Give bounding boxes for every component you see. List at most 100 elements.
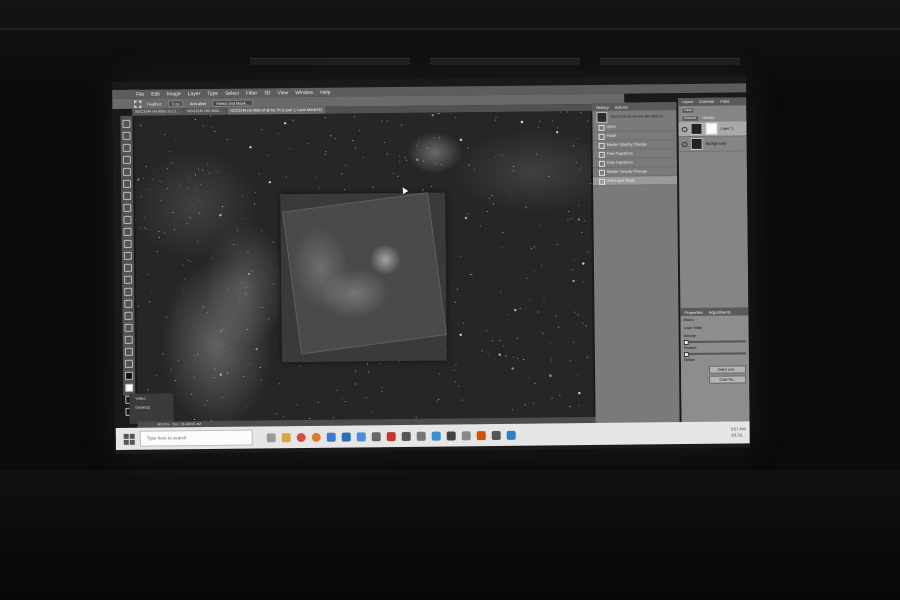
menu-select[interactable]: Select: [225, 90, 239, 96]
menu-window[interactable]: Window: [295, 89, 313, 95]
app-icon[interactable]: [401, 431, 411, 441]
visibility-eye-icon[interactable]: [681, 126, 688, 132]
star: [174, 379, 176, 381]
app-icon[interactable]: [371, 431, 381, 441]
slider-handle[interactable]: [683, 339, 689, 346]
marquee-tool-icon[interactable]: [122, 131, 131, 140]
menu-3d[interactable]: 3D: [264, 90, 270, 96]
select-and-mask-button[interactable]: Select and Mask...: [212, 99, 254, 107]
pen-tool-icon[interactable]: [124, 287, 133, 296]
tab-history[interactable]: History: [596, 104, 609, 109]
layer-mask-thumbnail[interactable]: [705, 122, 718, 135]
task-view-icon[interactable]: [266, 432, 276, 442]
star: [520, 120, 524, 124]
background-color-swatch[interactable]: [125, 383, 134, 392]
star: [345, 164, 347, 166]
app-icon[interactable]: [506, 430, 516, 440]
hand-tool-icon[interactable]: [124, 335, 133, 344]
taskbar-search-input[interactable]: Type here to search: [139, 429, 253, 447]
menu-help[interactable]: Help: [320, 89, 330, 95]
crop-tool-icon[interactable]: [122, 167, 131, 176]
visibility-eye-icon[interactable]: [681, 141, 688, 147]
more-tools-icon[interactable]: [124, 359, 133, 368]
star: [206, 400, 208, 402]
firefox-icon[interactable]: [311, 432, 321, 442]
menu-edit[interactable]: Edit: [151, 91, 160, 97]
gradient-tool-icon[interactable]: [123, 251, 132, 260]
edge-icon[interactable]: [326, 432, 336, 442]
history-brush-tool-icon[interactable]: [123, 227, 132, 236]
shape-tool-icon[interactable]: [124, 323, 133, 332]
snapshot-name: NGC3246-Bicolor-Ha-OIII-900s.tif: [610, 114, 663, 119]
layer-filter-dropdown[interactable]: Kind: [681, 106, 695, 114]
tab-paths[interactable]: Paths: [720, 100, 729, 104]
clone-stamp-tool-icon[interactable]: [123, 215, 132, 224]
zoom-level[interactable]: 66.67%: [158, 422, 170, 426]
color-range-button[interactable]: Color Ra...: [709, 375, 747, 384]
star: [516, 337, 518, 339]
menu-file[interactable]: File: [136, 91, 144, 97]
nebula-layer-image[interactable]: [282, 192, 447, 355]
eyedropper-tool-icon[interactable]: [123, 179, 132, 188]
star: [489, 198, 491, 200]
star: [399, 161, 401, 163]
tab-adjustments[interactable]: Adjustments: [709, 309, 731, 314]
history-item-add-mask[interactable]: Add Layer Mask: [593, 176, 678, 186]
star: [368, 371, 370, 373]
app-icon[interactable]: [476, 430, 486, 440]
transformed-layer-bounds[interactable]: [280, 192, 447, 363]
eraser-tool-icon[interactable]: [123, 239, 132, 248]
blend-mode-dropdown[interactable]: Normal: [681, 114, 700, 122]
app-icon[interactable]: [431, 431, 441, 441]
mail-icon[interactable]: [356, 431, 366, 441]
document-canvas[interactable]: [134, 110, 594, 446]
marquee-tool-icon[interactable]: [134, 100, 142, 108]
quick-select-tool-icon[interactable]: [122, 155, 131, 164]
type-tool-icon[interactable]: [124, 299, 133, 308]
move-tool-icon[interactable]: [122, 119, 131, 128]
star: [140, 196, 142, 198]
file-explorer-icon[interactable]: [281, 432, 291, 442]
menu-type[interactable]: Type: [207, 90, 218, 96]
brush-tool-icon[interactable]: [123, 203, 132, 212]
app-icon[interactable]: [416, 431, 426, 441]
path-select-tool-icon[interactable]: [124, 311, 133, 320]
layer-row-background[interactable]: Background: [678, 136, 747, 153]
start-button[interactable]: [122, 432, 136, 446]
app-icon[interactable]: [446, 430, 456, 441]
star: [551, 397, 553, 399]
star: [307, 143, 309, 145]
menu-filter[interactable]: Filter: [246, 90, 257, 96]
tab-layers[interactable]: Layers: [682, 100, 693, 104]
app-icon[interactable]: [491, 430, 501, 440]
dodge-tool-icon[interactable]: [124, 275, 133, 284]
foreground-color-swatch[interactable]: [125, 371, 134, 380]
lasso-tool-icon[interactable]: [122, 143, 131, 152]
select-and-mask-button[interactable]: Select and ...: [709, 365, 747, 374]
zoom-tool-icon[interactable]: [124, 347, 133, 356]
history-snapshot[interactable]: NGC3246-Bicolor-Ha-OIII-900s.tif: [592, 110, 676, 123]
slider-handle[interactable]: [683, 351, 689, 358]
menu-image[interactable]: Image: [167, 91, 181, 97]
antialias-checkbox[interactable]: Anti-alias: [190, 101, 207, 106]
app-icon[interactable]: [386, 431, 396, 441]
desktop-item-video[interactable]: Video: [129, 393, 173, 402]
chrome-icon[interactable]: [296, 432, 306, 442]
system-tray-clock[interactable]: 3:57 PM 3/17/2...: [731, 426, 746, 438]
healing-brush-tool-icon[interactable]: [123, 191, 132, 200]
star: [559, 394, 561, 396]
star: [404, 156, 406, 158]
tab-actions[interactable]: Actions: [615, 104, 628, 109]
tab-properties[interactable]: Properties: [684, 309, 702, 314]
star: [570, 217, 572, 219]
desktop-item-desktop[interactable]: Desktop: [129, 402, 173, 411]
app-icon[interactable]: [461, 430, 471, 440]
feather-input[interactable]: 0 px: [168, 99, 184, 107]
blur-tool-icon[interactable]: [123, 263, 132, 272]
star: [459, 333, 462, 336]
menu-view[interactable]: View: [277, 90, 288, 96]
photoshop-taskbar-icon[interactable]: [341, 432, 351, 442]
layer-row-layer-1[interactable]: Layer 1: [678, 121, 747, 138]
menu-layer[interactable]: Layer: [188, 91, 201, 97]
tab-channels[interactable]: Channels: [699, 100, 714, 104]
